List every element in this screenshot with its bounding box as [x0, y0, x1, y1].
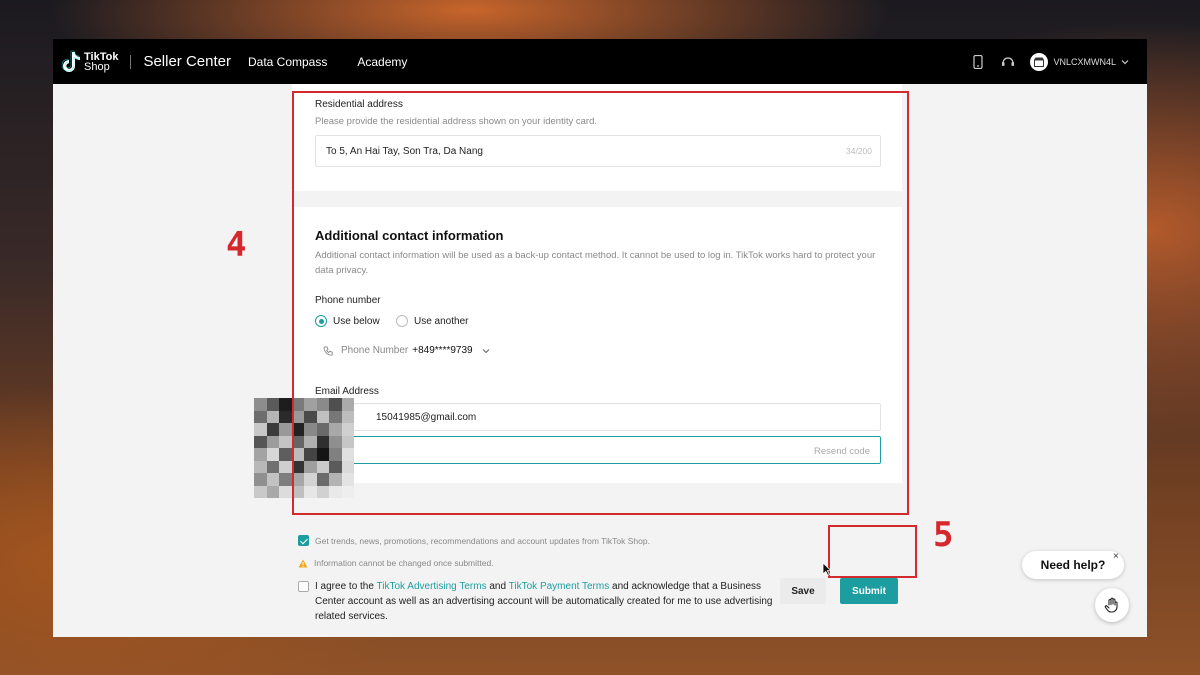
logo-line-1: TikTok [84, 50, 119, 63]
phone-value: +849****9739 [412, 345, 473, 356]
chevron-down-icon [1121, 59, 1129, 64]
radio-unchecked-icon [396, 315, 408, 327]
additional-contact-card: Additional contact information Additiona… [292, 207, 902, 483]
tiktok-shop-logo[interactable]: TikTok Shop [61, 50, 118, 74]
need-help-bubble[interactable]: Need help? [1022, 551, 1124, 579]
residential-address-hint: Please provide the residential address s… [315, 116, 597, 127]
email-value: 15041985@gmail.com [376, 411, 477, 423]
residential-address-value: To 5, An Hai Tay, Son Tra, Da Nang [326, 145, 483, 157]
residential-address-label: Residential address [315, 99, 403, 110]
annotation-step-5: 5 [933, 515, 954, 555]
browser-window: TikTok Shop Seller Center Data Compass A… [53, 39, 1147, 637]
phone-placeholder: Phone Number [341, 345, 409, 356]
mobile-phone-icon[interactable] [970, 54, 986, 70]
topbar-actions: VNLCXMWN4L [970, 39, 1129, 84]
chevron-down-icon [482, 348, 489, 353]
form-content: Residential address Please provide the r… [292, 84, 902, 637]
residential-address-input[interactable]: To 5, An Hai Tay, Son Tra, Da Nang 34/20… [315, 135, 881, 167]
logo-wordmark: TikTok Shop [84, 50, 119, 73]
store-avatar-icon [1030, 52, 1049, 71]
account-name: VNLCXMWN4L [1053, 56, 1116, 67]
tiktok-note-icon [61, 50, 81, 74]
phone-icon [323, 346, 333, 356]
radio-use-below-label: Use below [333, 315, 380, 327]
radio-checked-icon [315, 315, 327, 327]
payment-terms-link[interactable]: TikTok Payment Terms [509, 581, 610, 592]
top-navigation-bar: TikTok Shop Seller Center Data Compass A… [53, 39, 1147, 84]
section-title: Additional contact information [315, 228, 504, 243]
nav-data-compass[interactable]: Data Compass [248, 55, 327, 69]
agree-terms-checkbox[interactable] [298, 581, 309, 592]
verification-code-input[interactable]: Resend code [315, 436, 881, 464]
submit-button[interactable]: Submit [840, 578, 898, 604]
resend-code-link[interactable]: Resend code [814, 446, 870, 457]
mouse-cursor-icon [822, 562, 832, 576]
warning-icon [298, 559, 308, 567]
headset-support-icon[interactable] [1000, 54, 1016, 70]
marketing-consent-text: Get trends, news, promotions, recommenda… [315, 535, 650, 546]
advertising-terms-link[interactable]: TikTok Advertising Terms [377, 581, 487, 592]
checkbox-checked-icon[interactable] [298, 535, 309, 546]
phone-number-label: Phone number [315, 295, 381, 306]
warning-note: Information cannot be changed once submi… [298, 558, 494, 568]
radio-use-another[interactable]: Use another [396, 315, 468, 327]
section-description: Additional contact information will be u… [315, 250, 876, 276]
logo-line-2: Shop [84, 60, 110, 73]
agree-terms-text: I agree to the TikTok Advertising Terms … [315, 579, 775, 624]
warning-text: Information cannot be changed once submi… [314, 558, 494, 568]
annotation-step-4: 4 [226, 225, 247, 265]
radio-use-another-label: Use another [414, 315, 469, 327]
residential-address-card: Residential address Please provide the r… [292, 84, 902, 191]
nav-academy[interactable]: Academy [357, 55, 407, 69]
app-title[interactable]: Seller Center [143, 53, 231, 70]
email-input[interactable]: 15041985@gmail.com [315, 403, 881, 431]
help-hand-icon[interactable] [1095, 588, 1129, 622]
header-divider [130, 54, 132, 69]
marketing-consent-row[interactable]: Get trends, news, promotions, recommenda… [298, 535, 650, 546]
pixelated-redaction [254, 398, 354, 498]
email-address-label: Email Address [315, 386, 379, 397]
agree-prefix: I agree to the [315, 581, 377, 592]
agree-and: and [486, 581, 509, 592]
account-menu[interactable]: VNLCXMWN4L [1030, 52, 1129, 71]
help-close-icon[interactable]: × [1113, 551, 1119, 562]
radio-use-below[interactable]: Use below [315, 315, 380, 327]
save-button[interactable]: Save [780, 578, 826, 604]
character-counter: 34/200 [846, 146, 872, 156]
phone-number-select[interactable]: Phone Number +849****9739 [323, 345, 490, 356]
